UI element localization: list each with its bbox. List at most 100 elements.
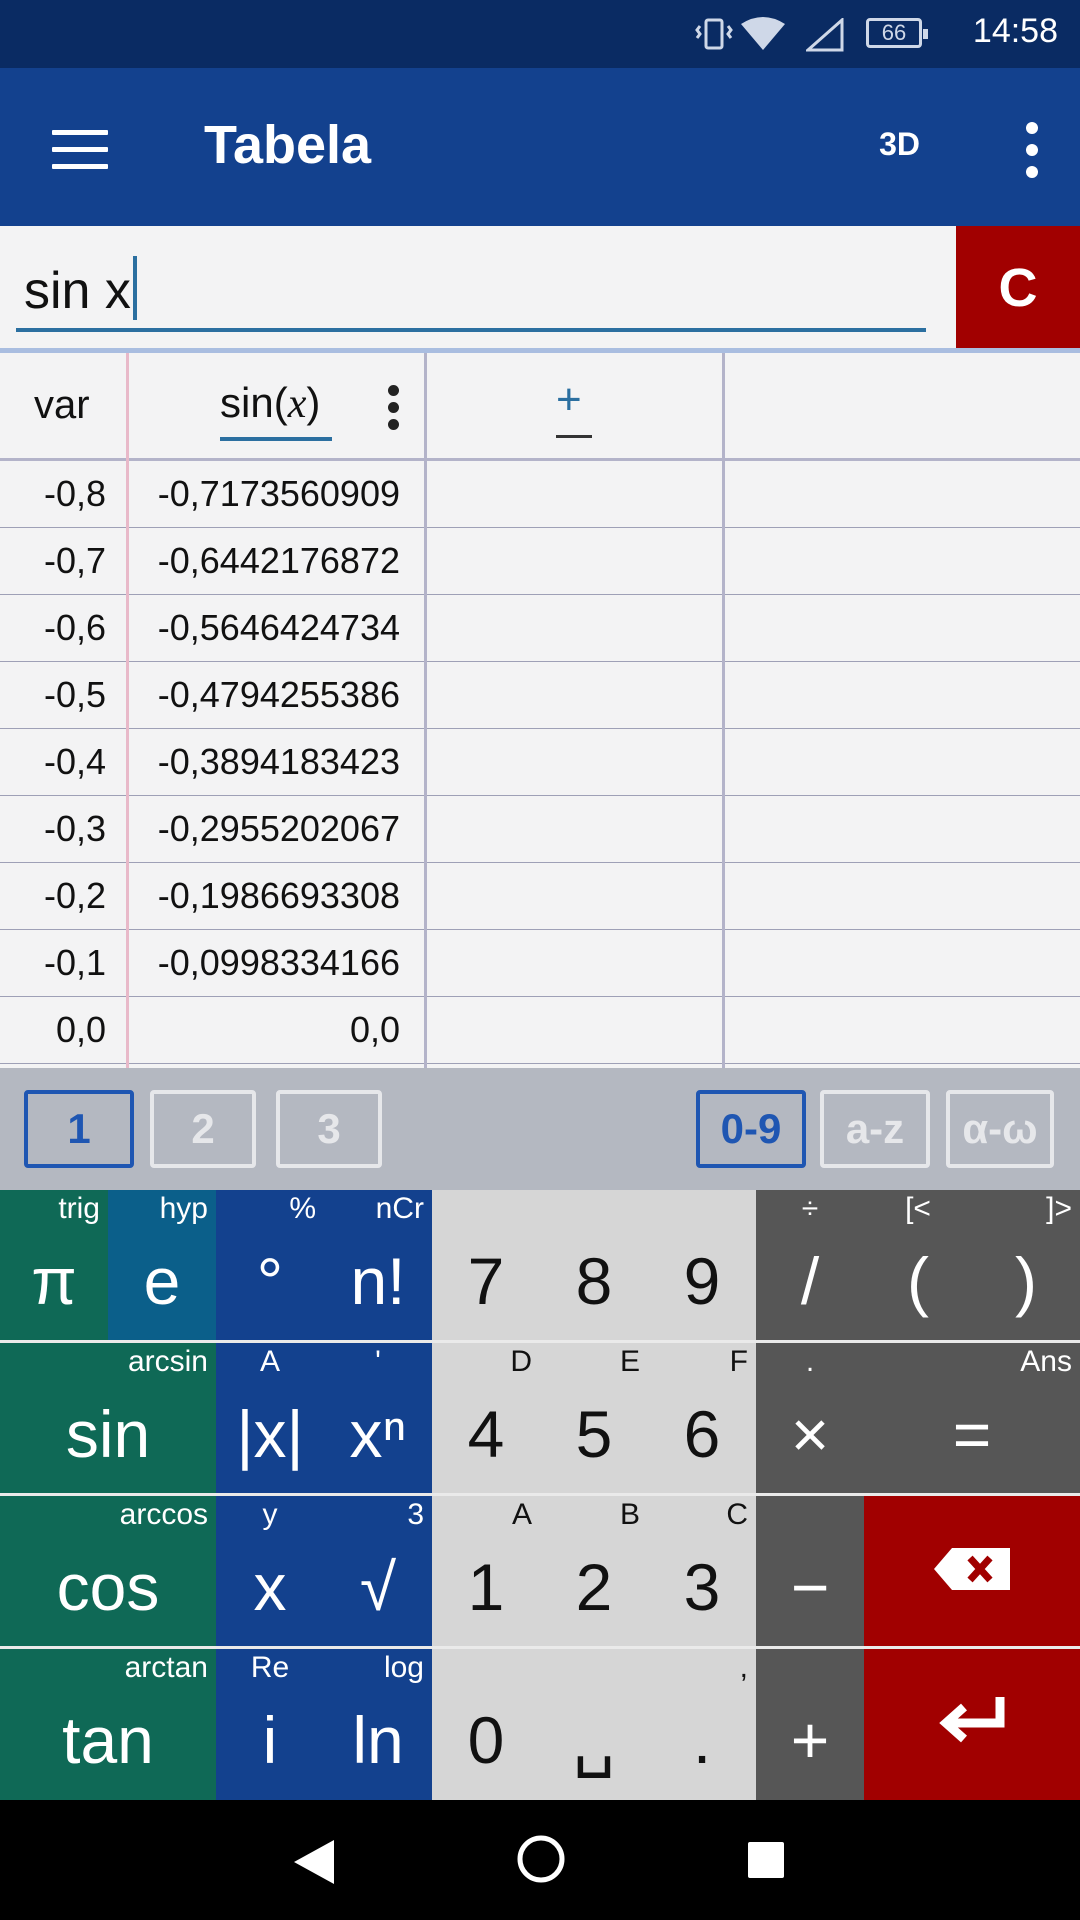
text-caret	[132, 256, 137, 320]
space-key[interactable]: ␣	[540, 1649, 648, 1801]
decimal-point-key[interactable]: ,.	[648, 1649, 756, 1801]
sin-key[interactable]: arcsin sin	[0, 1343, 216, 1495]
paren-open: (	[273, 379, 288, 426]
table-row[interactable]: -0,3 -0,2955202067	[0, 796, 1080, 863]
digit-6-key[interactable]: F6	[648, 1343, 756, 1495]
imaginary-i-key[interactable]: Re i	[216, 1649, 324, 1801]
table-row[interactable]: -0,2 -0,1986693308	[0, 863, 1080, 930]
backspace-icon	[934, 1548, 1010, 1590]
cell-function-value: -0,5646424734	[157, 607, 400, 648]
table-row[interactable]: -0,7 -0,6442176872	[0, 528, 1080, 595]
paren-close: )	[306, 379, 321, 426]
status-bar: 66 14:58	[0, 0, 1080, 68]
digit-4-key[interactable]: D4	[432, 1343, 540, 1495]
cell-function-value: -0,4794255386	[157, 674, 400, 715]
function-input-value: sin x	[24, 262, 131, 320]
key-row-divider	[0, 1646, 1080, 1649]
left-paren-key[interactable]: [<(	[864, 1190, 972, 1342]
cell-var[interactable]: -0,8	[0, 473, 106, 515]
tan-key[interactable]: arctan tan	[0, 1649, 216, 1801]
degree-key[interactable]: % °	[216, 1190, 324, 1342]
equals-key[interactable]: Ans =	[864, 1343, 1080, 1495]
table-row[interactable]: 0,0 0,0	[0, 997, 1080, 1064]
keyboard-page-1-tab[interactable]: 1	[24, 1090, 134, 1168]
wifi-icon	[741, 17, 785, 50]
function-input-row: sin x C	[0, 226, 1080, 350]
column-more-icon[interactable]	[386, 385, 400, 435]
add-column-button[interactable]: +	[556, 375, 582, 425]
digit-3-key[interactable]: C3	[648, 1496, 756, 1648]
home-icon[interactable]	[516, 1834, 566, 1884]
app-bar: Tabela 3D	[0, 68, 1080, 226]
keyboard-switch-bar: 1 2 3 0-9 a-z α-ω	[0, 1068, 1080, 1190]
power-key[interactable]: ' xⁿ	[324, 1343, 432, 1495]
menu-icon[interactable]	[52, 130, 108, 170]
backspace-key[interactable]	[864, 1496, 1080, 1648]
navigation-bar	[0, 1800, 1080, 1920]
cell-var[interactable]: -0,4	[0, 741, 106, 783]
column-divider	[126, 353, 129, 1068]
cell-function-value: -0,7173560909	[157, 473, 400, 514]
table-row[interactable]: -0,6 -0,5646424734	[0, 595, 1080, 662]
factorial-key[interactable]: nCr n!	[324, 1190, 432, 1342]
digit-7-key[interactable]: 7	[432, 1190, 540, 1342]
enter-key[interactable]	[864, 1649, 1080, 1801]
digit-9-key[interactable]: 9	[648, 1190, 756, 1342]
digit-0-key[interactable]: 0	[432, 1649, 540, 1801]
math-keyboard: trig π hyp e % ° nCr n! 7 8 9 ÷ / [<( ]>) arc…	[0, 1190, 1080, 1801]
minus-key[interactable]: −	[756, 1496, 864, 1648]
recents-icon[interactable]	[746, 1840, 786, 1880]
cell-var[interactable]: -0,6	[0, 607, 106, 649]
keyboard-page-2-tab[interactable]: 2	[150, 1090, 256, 1168]
table-header: var sin(x) +	[0, 353, 1080, 461]
column-header-var[interactable]: var	[34, 383, 90, 428]
e-key[interactable]: hyp e	[108, 1190, 216, 1342]
cell-function-value: 0,0	[349, 1009, 400, 1050]
cell-var[interactable]: 0,0	[0, 1009, 106, 1051]
input-underline	[16, 328, 926, 332]
right-paren-key[interactable]: ]>)	[972, 1190, 1080, 1342]
abs-key[interactable]: A |x|	[216, 1343, 324, 1495]
multiply-key[interactable]: . ×	[756, 1343, 864, 1495]
status-time: 14:58	[972, 12, 1058, 50]
table-row[interactable]: -0,1 -0,0998334166	[0, 930, 1080, 997]
cell-function-value: -0,1986693308	[157, 875, 400, 916]
view-3d-button[interactable]: 3D	[879, 126, 920, 163]
battery-indicator: 66	[866, 18, 928, 48]
keyboard-greek-tab[interactable]: α-ω	[946, 1090, 1054, 1168]
digit-2-key[interactable]: B2	[540, 1496, 648, 1648]
key-row-divider	[0, 1340, 1080, 1343]
table-row[interactable]: -0,4 -0,3894183423	[0, 729, 1080, 796]
cell-function-value: -0,6442176872	[157, 540, 400, 581]
table-row[interactable]: -0,8 -0,7173560909	[0, 461, 1080, 528]
cos-key[interactable]: arccos cos	[0, 1496, 216, 1648]
cell-var[interactable]: -0,2	[0, 875, 106, 917]
cell-var[interactable]: -0,5	[0, 674, 106, 716]
ln-key[interactable]: log ln	[324, 1649, 432, 1801]
clear-button[interactable]: C	[956, 226, 1080, 350]
cell-var[interactable]: -0,1	[0, 942, 106, 984]
function-input[interactable]: sin x	[24, 256, 137, 321]
cell-var[interactable]: -0,7	[0, 540, 106, 582]
table-row[interactable]: -0,5 -0,4794255386	[0, 662, 1080, 729]
function-name: sin	[220, 379, 274, 426]
keyboard-numbers-tab[interactable]: 0-9	[696, 1090, 806, 1168]
back-icon[interactable]	[292, 1838, 336, 1886]
sqrt-key[interactable]: 3 √	[324, 1496, 432, 1648]
variable-x-key[interactable]: yx	[216, 1496, 324, 1648]
plus-key[interactable]: +	[756, 1649, 864, 1801]
divide-key[interactable]: ÷ /	[756, 1190, 864, 1342]
digit-8-key[interactable]: 8	[540, 1190, 648, 1342]
cell-var[interactable]: -0,3	[0, 808, 106, 850]
cell-function-value: -0,2955202067	[157, 808, 400, 849]
digit-5-key[interactable]: E5	[540, 1343, 648, 1495]
table-rows: -0,8 -0,7173560909 -0,7 -0,6442176872 -0,6 -0…	[0, 461, 1080, 1068]
pi-key[interactable]: trig π	[0, 1190, 108, 1342]
cell-function-value: -0,0998334166	[157, 942, 400, 983]
more-options-icon[interactable]	[1024, 122, 1040, 178]
column-header-function[interactable]: sin(x)	[220, 379, 320, 428]
signal-icon	[806, 18, 844, 52]
keyboard-letters-tab[interactable]: a-z	[820, 1090, 930, 1168]
keyboard-page-3-tab[interactable]: 3	[276, 1090, 382, 1168]
digit-1-key[interactable]: A1	[432, 1496, 540, 1648]
